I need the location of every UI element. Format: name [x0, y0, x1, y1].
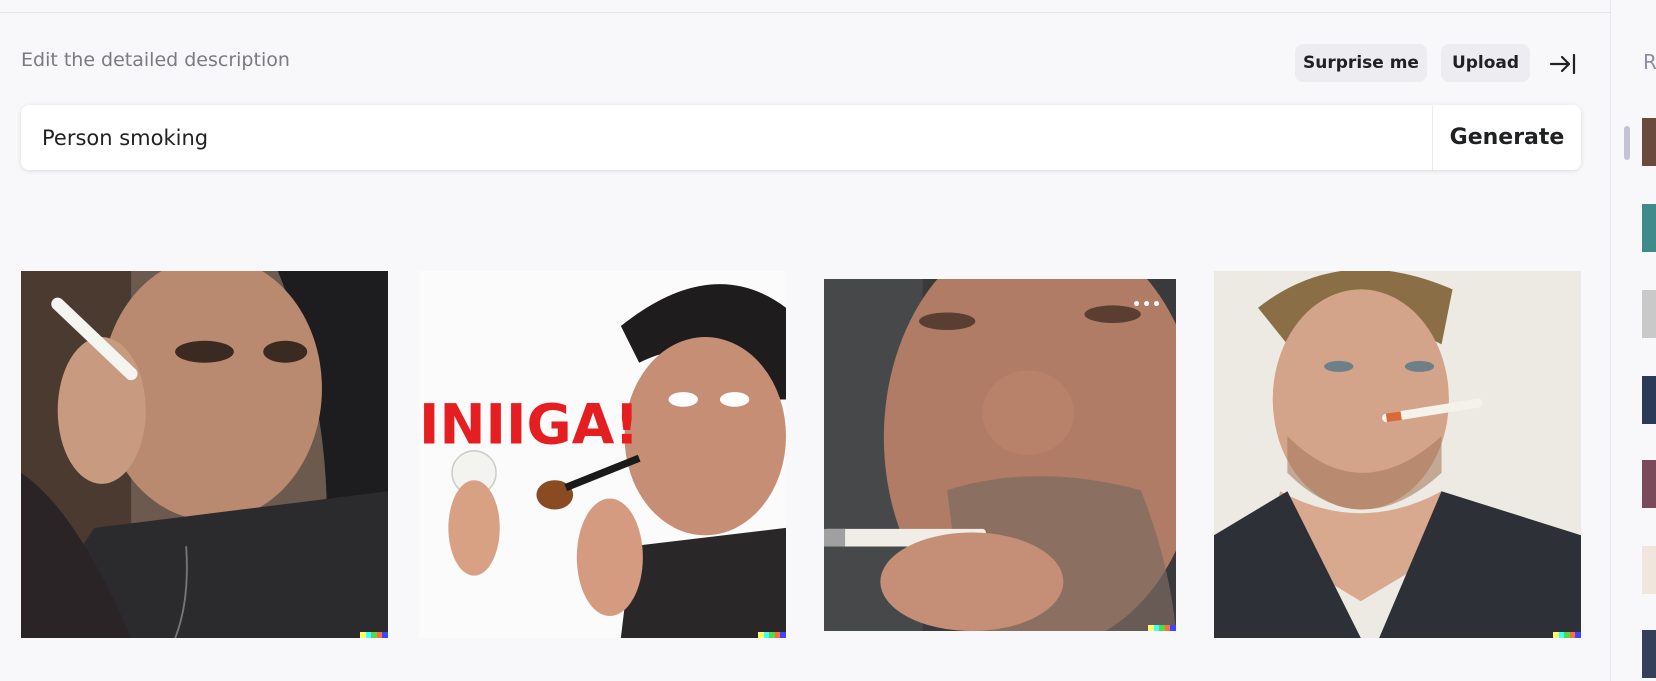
badge-swatch: [1575, 632, 1581, 638]
badge-swatch: [780, 632, 786, 638]
history-thumbnail[interactable]: [1642, 290, 1656, 338]
history-thumbnail[interactable]: [1642, 204, 1656, 252]
result-image-3[interactable]: •••: [824, 279, 1176, 631]
history-scrollbar[interactable]: [1624, 126, 1630, 160]
woman-smoking-image: [21, 271, 388, 638]
prompt-box: Generate: [21, 105, 1581, 170]
result-image-4[interactable]: [1214, 271, 1581, 638]
history-thumbnail[interactable]: [1642, 546, 1656, 594]
badge-swatch: [1170, 625, 1176, 631]
man-cigarette-image: [1214, 271, 1581, 638]
upload-button[interactable]: Upload: [1441, 44, 1530, 82]
badge: [758, 632, 786, 638]
arrow-right-to-bar-icon: [1549, 53, 1576, 75]
history-thumbnail[interactable]: [1642, 460, 1656, 508]
history-thumbnail[interactable]: [1642, 630, 1656, 678]
prompt-input[interactable]: [21, 105, 1432, 170]
surprise-me-button[interactable]: Surprise me: [1295, 44, 1427, 82]
collapse-panel-button[interactable]: [1545, 46, 1581, 82]
badge: [360, 632, 388, 638]
closeup-smoking-image: [824, 279, 1176, 631]
badge-swatch: [382, 632, 388, 638]
man-with-pipe-image: INIIGA!: [419, 271, 786, 638]
sign-text: INIIGA!: [419, 392, 639, 456]
description-hint: Edit the detailed description: [21, 49, 290, 71]
generate-button[interactable]: Generate: [1432, 105, 1581, 170]
history-panel: R: [1610, 0, 1656, 681]
result-image-2[interactable]: INIIGA!: [419, 271, 786, 638]
history-thumbnail[interactable]: [1642, 118, 1656, 166]
history-heading: R: [1643, 50, 1656, 74]
badge: [1553, 632, 1581, 638]
more-options-icon[interactable]: •••: [1132, 297, 1162, 313]
result-image-1[interactable]: [21, 271, 388, 638]
editor-area: Edit the detailed description Surprise m…: [0, 0, 1610, 681]
history-thumbnail[interactable]: [1642, 376, 1656, 424]
badge: [1148, 625, 1176, 631]
